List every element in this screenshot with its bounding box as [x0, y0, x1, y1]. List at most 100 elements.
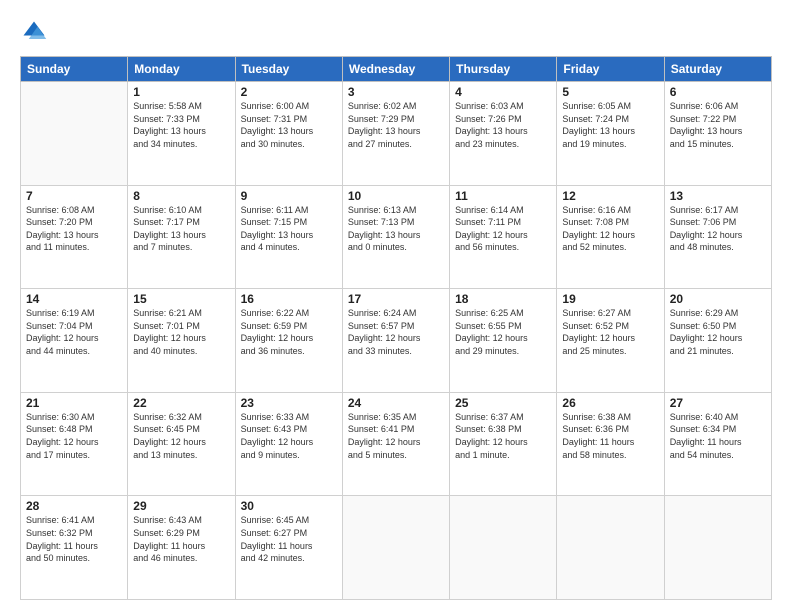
- day-number: 17: [348, 292, 444, 306]
- day-number: 5: [562, 85, 658, 99]
- day-number: 10: [348, 189, 444, 203]
- calendar-cell: 11Sunrise: 6:14 AM Sunset: 7:11 PM Dayli…: [450, 185, 557, 289]
- day-info: Sunrise: 6:37 AM Sunset: 6:38 PM Dayligh…: [455, 411, 551, 461]
- calendar-cell: 7Sunrise: 6:08 AM Sunset: 7:20 PM Daylig…: [21, 185, 128, 289]
- calendar-cell: 18Sunrise: 6:25 AM Sunset: 6:55 PM Dayli…: [450, 289, 557, 393]
- calendar-cell: 24Sunrise: 6:35 AM Sunset: 6:41 PM Dayli…: [342, 392, 449, 496]
- calendar-cell: 29Sunrise: 6:43 AM Sunset: 6:29 PM Dayli…: [128, 496, 235, 600]
- day-number: 29: [133, 499, 229, 513]
- column-header-thursday: Thursday: [450, 57, 557, 82]
- day-number: 3: [348, 85, 444, 99]
- day-info: Sunrise: 6:02 AM Sunset: 7:29 PM Dayligh…: [348, 100, 444, 150]
- calendar-cell: [21, 82, 128, 186]
- day-info: Sunrise: 6:40 AM Sunset: 6:34 PM Dayligh…: [670, 411, 766, 461]
- week-row-2: 7Sunrise: 6:08 AM Sunset: 7:20 PM Daylig…: [21, 185, 772, 289]
- day-info: Sunrise: 6:13 AM Sunset: 7:13 PM Dayligh…: [348, 204, 444, 254]
- day-info: Sunrise: 6:24 AM Sunset: 6:57 PM Dayligh…: [348, 307, 444, 357]
- calendar-cell: 23Sunrise: 6:33 AM Sunset: 6:43 PM Dayli…: [235, 392, 342, 496]
- day-info: Sunrise: 6:35 AM Sunset: 6:41 PM Dayligh…: [348, 411, 444, 461]
- column-header-tuesday: Tuesday: [235, 57, 342, 82]
- calendar-cell: 26Sunrise: 6:38 AM Sunset: 6:36 PM Dayli…: [557, 392, 664, 496]
- week-row-5: 28Sunrise: 6:41 AM Sunset: 6:32 PM Dayli…: [21, 496, 772, 600]
- calendar-cell: [664, 496, 771, 600]
- day-info: Sunrise: 6:03 AM Sunset: 7:26 PM Dayligh…: [455, 100, 551, 150]
- day-number: 1: [133, 85, 229, 99]
- calendar-cell: 8Sunrise: 6:10 AM Sunset: 7:17 PM Daylig…: [128, 185, 235, 289]
- day-info: Sunrise: 6:17 AM Sunset: 7:06 PM Dayligh…: [670, 204, 766, 254]
- week-row-1: 1Sunrise: 5:58 AM Sunset: 7:33 PM Daylig…: [21, 82, 772, 186]
- day-info: Sunrise: 6:43 AM Sunset: 6:29 PM Dayligh…: [133, 514, 229, 564]
- calendar-cell: 3Sunrise: 6:02 AM Sunset: 7:29 PM Daylig…: [342, 82, 449, 186]
- day-number: 27: [670, 396, 766, 410]
- calendar-table: SundayMondayTuesdayWednesdayThursdayFrid…: [20, 56, 772, 600]
- calendar-cell: 14Sunrise: 6:19 AM Sunset: 7:04 PM Dayli…: [21, 289, 128, 393]
- calendar-cell: 1Sunrise: 5:58 AM Sunset: 7:33 PM Daylig…: [128, 82, 235, 186]
- header: [20, 18, 772, 46]
- calendar-header-row: SundayMondayTuesdayWednesdayThursdayFrid…: [21, 57, 772, 82]
- column-header-monday: Monday: [128, 57, 235, 82]
- calendar-cell: 17Sunrise: 6:24 AM Sunset: 6:57 PM Dayli…: [342, 289, 449, 393]
- calendar-cell: 9Sunrise: 6:11 AM Sunset: 7:15 PM Daylig…: [235, 185, 342, 289]
- day-number: 30: [241, 499, 337, 513]
- day-info: Sunrise: 6:33 AM Sunset: 6:43 PM Dayligh…: [241, 411, 337, 461]
- day-number: 26: [562, 396, 658, 410]
- calendar-cell: 2Sunrise: 6:00 AM Sunset: 7:31 PM Daylig…: [235, 82, 342, 186]
- calendar-cell: 16Sunrise: 6:22 AM Sunset: 6:59 PM Dayli…: [235, 289, 342, 393]
- column-header-saturday: Saturday: [664, 57, 771, 82]
- day-info: Sunrise: 6:25 AM Sunset: 6:55 PM Dayligh…: [455, 307, 551, 357]
- day-info: Sunrise: 6:32 AM Sunset: 6:45 PM Dayligh…: [133, 411, 229, 461]
- calendar-cell: 12Sunrise: 6:16 AM Sunset: 7:08 PM Dayli…: [557, 185, 664, 289]
- day-info: Sunrise: 6:45 AM Sunset: 6:27 PM Dayligh…: [241, 514, 337, 564]
- day-number: 15: [133, 292, 229, 306]
- calendar-cell: 10Sunrise: 6:13 AM Sunset: 7:13 PM Dayli…: [342, 185, 449, 289]
- day-number: 6: [670, 85, 766, 99]
- calendar-cell: 21Sunrise: 6:30 AM Sunset: 6:48 PM Dayli…: [21, 392, 128, 496]
- column-header-wednesday: Wednesday: [342, 57, 449, 82]
- day-info: Sunrise: 6:21 AM Sunset: 7:01 PM Dayligh…: [133, 307, 229, 357]
- week-row-4: 21Sunrise: 6:30 AM Sunset: 6:48 PM Dayli…: [21, 392, 772, 496]
- day-info: Sunrise: 6:29 AM Sunset: 6:50 PM Dayligh…: [670, 307, 766, 357]
- day-number: 16: [241, 292, 337, 306]
- calendar-cell: 27Sunrise: 6:40 AM Sunset: 6:34 PM Dayli…: [664, 392, 771, 496]
- day-number: 13: [670, 189, 766, 203]
- day-info: Sunrise: 6:41 AM Sunset: 6:32 PM Dayligh…: [26, 514, 122, 564]
- day-info: Sunrise: 6:14 AM Sunset: 7:11 PM Dayligh…: [455, 204, 551, 254]
- day-number: 12: [562, 189, 658, 203]
- page: SundayMondayTuesdayWednesdayThursdayFrid…: [0, 0, 792, 612]
- calendar-cell: [342, 496, 449, 600]
- column-header-sunday: Sunday: [21, 57, 128, 82]
- calendar-cell: 30Sunrise: 6:45 AM Sunset: 6:27 PM Dayli…: [235, 496, 342, 600]
- day-number: 2: [241, 85, 337, 99]
- calendar-cell: 15Sunrise: 6:21 AM Sunset: 7:01 PM Dayli…: [128, 289, 235, 393]
- day-number: 20: [670, 292, 766, 306]
- calendar-cell: [557, 496, 664, 600]
- day-number: 9: [241, 189, 337, 203]
- calendar-cell: 4Sunrise: 6:03 AM Sunset: 7:26 PM Daylig…: [450, 82, 557, 186]
- day-number: 11: [455, 189, 551, 203]
- day-info: Sunrise: 6:27 AM Sunset: 6:52 PM Dayligh…: [562, 307, 658, 357]
- day-number: 18: [455, 292, 551, 306]
- calendar-cell: 13Sunrise: 6:17 AM Sunset: 7:06 PM Dayli…: [664, 185, 771, 289]
- day-info: Sunrise: 6:19 AM Sunset: 7:04 PM Dayligh…: [26, 307, 122, 357]
- day-number: 4: [455, 85, 551, 99]
- day-number: 21: [26, 396, 122, 410]
- day-info: Sunrise: 6:06 AM Sunset: 7:22 PM Dayligh…: [670, 100, 766, 150]
- day-info: Sunrise: 6:05 AM Sunset: 7:24 PM Dayligh…: [562, 100, 658, 150]
- week-row-3: 14Sunrise: 6:19 AM Sunset: 7:04 PM Dayli…: [21, 289, 772, 393]
- column-header-friday: Friday: [557, 57, 664, 82]
- day-number: 14: [26, 292, 122, 306]
- day-number: 19: [562, 292, 658, 306]
- logo-icon: [20, 18, 48, 46]
- day-number: 28: [26, 499, 122, 513]
- day-number: 7: [26, 189, 122, 203]
- calendar-cell: 6Sunrise: 6:06 AM Sunset: 7:22 PM Daylig…: [664, 82, 771, 186]
- day-info: Sunrise: 6:30 AM Sunset: 6:48 PM Dayligh…: [26, 411, 122, 461]
- day-info: Sunrise: 6:16 AM Sunset: 7:08 PM Dayligh…: [562, 204, 658, 254]
- day-info: Sunrise: 5:58 AM Sunset: 7:33 PM Dayligh…: [133, 100, 229, 150]
- day-number: 8: [133, 189, 229, 203]
- day-number: 25: [455, 396, 551, 410]
- calendar-cell: 28Sunrise: 6:41 AM Sunset: 6:32 PM Dayli…: [21, 496, 128, 600]
- day-info: Sunrise: 6:08 AM Sunset: 7:20 PM Dayligh…: [26, 204, 122, 254]
- day-number: 22: [133, 396, 229, 410]
- calendar-cell: 25Sunrise: 6:37 AM Sunset: 6:38 PM Dayli…: [450, 392, 557, 496]
